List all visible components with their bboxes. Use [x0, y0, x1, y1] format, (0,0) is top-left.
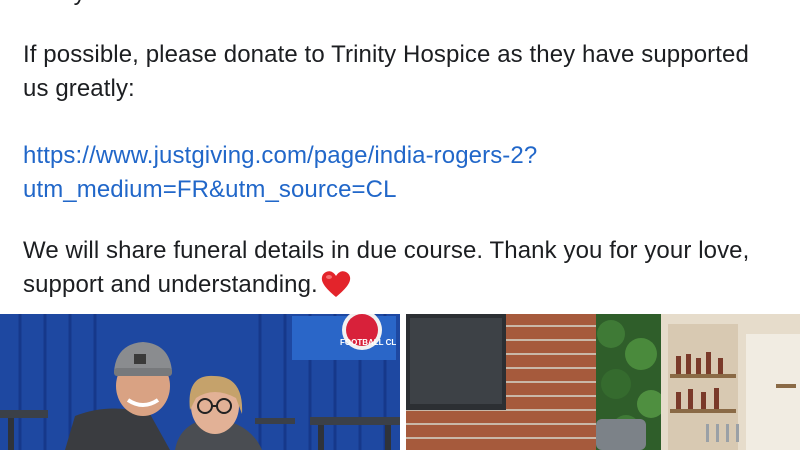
photo-grid: FOOTBALL CL	[0, 314, 800, 450]
link-line-2[interactable]: utm_medium=FR&utm_source=CL	[23, 173, 537, 207]
sign-text: FOOTBALL CL	[340, 338, 396, 347]
link-line-1[interactable]: https://www.justgiving.com/page/india-ro…	[23, 139, 537, 173]
bar-photo-image	[406, 314, 800, 450]
closing-paragraph: We will share funeral details in due cou…	[23, 234, 763, 308]
photo-bar[interactable]	[406, 314, 800, 450]
photo-couple[interactable]: FOOTBALL CL	[0, 314, 400, 450]
donation-link[interactable]: https://www.justgiving.com/page/india-ro…	[23, 139, 537, 207]
red-heart-icon	[321, 270, 351, 308]
truncated-text-line: family.	[23, 0, 91, 10]
couple-photo-image: FOOTBALL CL	[0, 314, 400, 450]
closing-text: We will share funeral details in due cou…	[23, 237, 750, 298]
donation-paragraph: If possible, please donate to Trinity Ho…	[23, 41, 749, 102]
